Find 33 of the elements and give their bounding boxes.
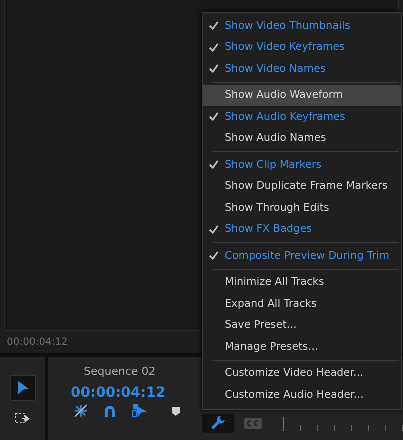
menu-item[interactable]: Expand All Tracks (203, 293, 401, 314)
track-select-icon[interactable] (15, 413, 30, 425)
snap-icon[interactable] (74, 404, 88, 418)
pointer-icon[interactable] (16, 380, 30, 396)
menu-item[interactable]: Manage Presets... (203, 336, 401, 358)
menu-item[interactable]: Show Duplicate Frame Markers (203, 176, 401, 197)
menu-item[interactable]: Customize Video Header... (203, 362, 401, 384)
checkmark-icon (209, 42, 219, 52)
menu-item[interactable]: Show Through Edits (203, 197, 401, 218)
menu-item[interactable]: Show Video Names (203, 58, 401, 80)
menu-item[interactable]: Customize Audio Header... (203, 384, 401, 406)
menu-item[interactable]: Minimize All Tracks (203, 272, 401, 293)
checkmark-icon (209, 21, 219, 30)
menu-item[interactable]: Composite Preview During Trim (203, 245, 401, 266)
marker-icon[interactable] (171, 406, 181, 416)
playhead-timecode: 00:00:04:12 (7, 336, 68, 348)
menu-item[interactable]: Show Clip Markers (203, 154, 401, 176)
menu-item[interactable]: Show FX Badges (203, 218, 401, 240)
checkmark-icon (209, 224, 219, 234)
checkmark-icon (209, 112, 219, 122)
linked-selection-icon[interactable] (132, 403, 148, 419)
wrench-icon (210, 415, 226, 431)
magnet-icon[interactable] (103, 404, 117, 418)
menu-item[interactable]: Show Audio Waveform (203, 84, 401, 106)
settings-button[interactable] (202, 414, 234, 432)
menu-item[interactable]: Show Video Keyframes (203, 36, 401, 58)
menu-item[interactable]: Show Audio Names (203, 128, 401, 149)
checkmark-icon (209, 64, 219, 74)
menu-item[interactable]: Save Preset... (203, 314, 401, 336)
menu-item[interactable]: Show Video Thumbnails (203, 15, 401, 36)
checkmark-icon (209, 251, 219, 260)
menu-item[interactable]: Show Audio Keyframes (203, 106, 401, 128)
checkmark-icon (209, 160, 219, 170)
